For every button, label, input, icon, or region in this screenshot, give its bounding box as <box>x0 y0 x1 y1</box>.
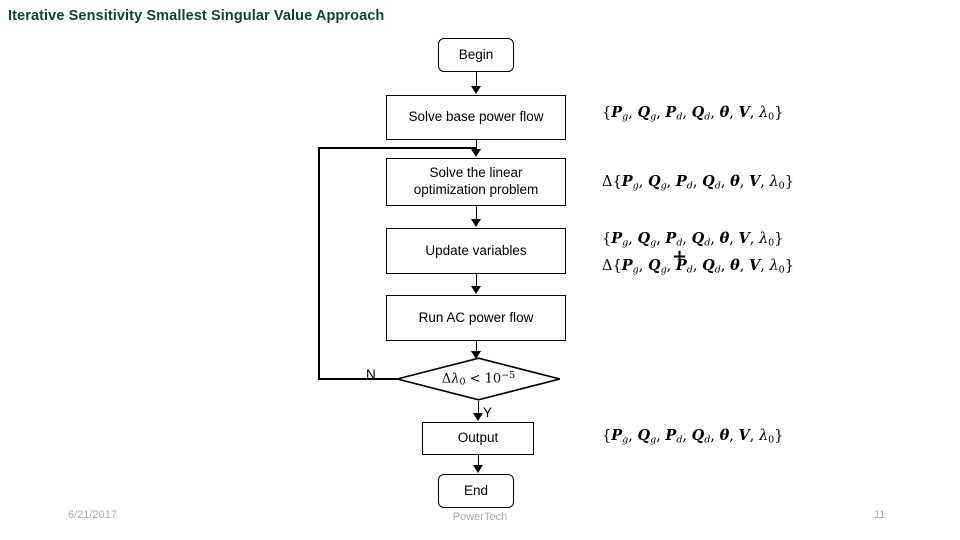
connector-update-to-run-ac <box>475 274 478 286</box>
arrowhead-decision-to-output <box>473 413 483 421</box>
flow-node-solve-linear-line1: Solve the linear <box>429 165 523 181</box>
connector-begin-to-solve-base <box>475 72 478 87</box>
arrowhead-run-ac-to-decision <box>471 351 481 359</box>
connector-feedback-bottom <box>318 378 397 380</box>
arrowhead-update-to-run-ac <box>471 286 481 294</box>
arrowhead-linear-to-update <box>471 219 481 227</box>
annotation-set-delta: Δ{Pg, Qg, Pd, Qd, θ, V, λ0} <box>602 173 794 192</box>
flow-node-run-ac-power-flow: Run AC power flow <box>386 295 566 341</box>
flow-node-end: End <box>438 474 514 508</box>
footer-center-text: PowerTech <box>452 511 508 523</box>
branch-label-no: N <box>366 367 376 382</box>
flow-node-decision: Δλ0 < 10−5 <box>396 357 561 401</box>
footer-page-number: 11 <box>874 509 886 521</box>
arrowhead-begin-to-solve-base <box>471 86 481 94</box>
arrowhead-solve-base-to-linear <box>471 149 481 157</box>
flow-node-begin-label: Begin <box>458 46 494 62</box>
connector-linear-to-update <box>475 206 478 219</box>
flow-node-update-variables: Update variables <box>386 228 566 274</box>
footer-date: 6/21/2017 <box>68 509 117 521</box>
flow-node-solve-linear-optimization: Solve the linear optimization problem <box>386 158 566 206</box>
arrowhead-output-to-end <box>473 465 483 473</box>
flow-node-end-label: End <box>463 482 489 498</box>
flow-node-solve-linear-line2: optimization problem <box>413 182 539 197</box>
slide-canvas: Iterative Sensitivity Smallest Singular … <box>0 0 960 540</box>
flow-node-output: Output <box>422 422 534 455</box>
annotation-set-update-top: {Pg, Qg, Pd, Qd, θ, V, λ0} <box>602 230 784 249</box>
annotation-set-update-bottom: Δ{Pg, Qg, Pd, Qd, θ, V, λ0} <box>602 257 794 276</box>
annotation-set-base: {Pg, Qg, Pd, Qd, θ, V, λ0} <box>602 104 784 123</box>
flow-node-solve-base-power-flow-label: Solve base power flow <box>408 109 544 125</box>
flow-node-output-label: Output <box>457 430 499 446</box>
connector-feedback-left <box>318 147 320 379</box>
flow-node-begin: Begin <box>438 38 514 72</box>
flow-node-solve-base-power-flow: Solve base power flow <box>386 95 566 140</box>
decision-condition-label: Δλ0 < 10−5 <box>441 370 516 388</box>
connector-feedback-top <box>318 147 476 149</box>
annotation-set-output: {Pg, Qg, Pd, Qd, θ, V, λ0} <box>602 427 784 446</box>
flow-node-run-ac-power-flow-label: Run AC power flow <box>418 309 534 325</box>
page-title: Iterative Sensitivity Smallest Singular … <box>8 8 385 24</box>
flow-node-update-variables-label: Update variables <box>425 242 527 258</box>
branch-label-yes: Y <box>483 405 493 420</box>
